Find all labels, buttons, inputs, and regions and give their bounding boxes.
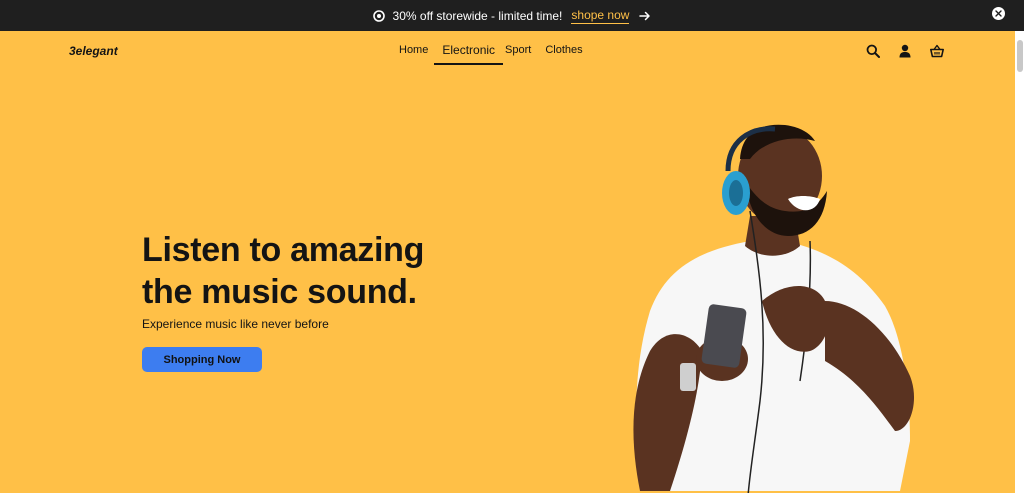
hero-title-line-2: the music sound.: [142, 273, 417, 311]
nav-home[interactable]: Home: [399, 44, 428, 56]
hero-image-man-with-headphones: [633, 124, 915, 493]
nav-sport[interactable]: Sport: [505, 44, 531, 56]
hero-title: Listen to amazing the music sound.: [142, 229, 424, 313]
basket-icon[interactable]: [930, 44, 944, 58]
user-icon[interactable]: [898, 44, 912, 58]
close-icon: [995, 10, 1002, 17]
close-announcement-button[interactable]: [992, 7, 1005, 20]
ticket-icon: [372, 9, 385, 22]
hero-title-line-1: Listen to amazing: [142, 231, 425, 269]
shopping-now-button[interactable]: Shopping Now: [142, 347, 262, 372]
search-icon[interactable]: [866, 44, 880, 58]
promo-text: 30% off storewide - limited time!: [392, 8, 563, 23]
brand-logo[interactable]: 3elegant: [69, 44, 118, 58]
hero-page: 3elegant Home Electronic Sport Clothes L…: [0, 31, 1015, 493]
nav-electronic[interactable]: Electronic: [434, 43, 503, 65]
header-actions: [866, 44, 944, 58]
scrollbar-thumb[interactable]: [1017, 40, 1023, 72]
main-nav: Home Electronic Sport Clothes: [399, 43, 597, 65]
scrollbar-track[interactable]: [1015, 31, 1024, 493]
hero-subtitle: Experience music like never before: [142, 317, 329, 331]
nav-clothes[interactable]: Clothes: [545, 44, 582, 56]
arrow-right-icon[interactable]: [639, 10, 651, 22]
shop-now-link[interactable]: shope now: [571, 8, 630, 24]
announcement-bar: 30% off storewide - limited time! shope …: [0, 0, 1024, 31]
promo-group: 30% off storewide - limited time! shope …: [372, 8, 652, 24]
